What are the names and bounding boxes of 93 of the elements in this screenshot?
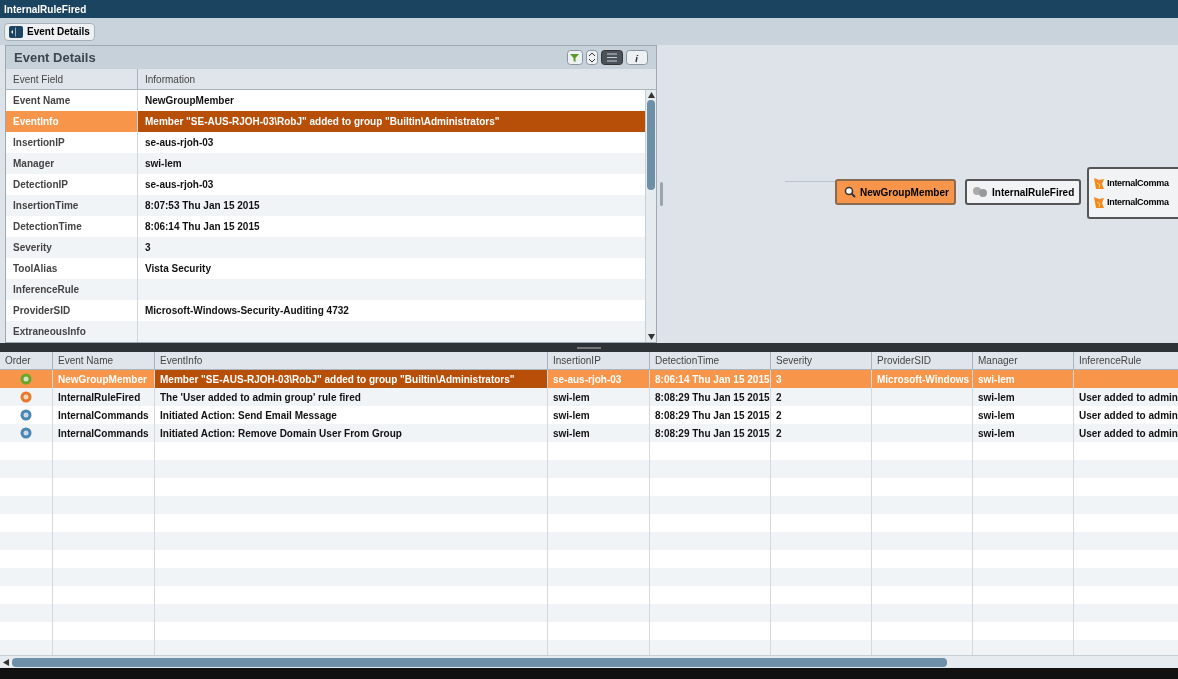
detail-row[interactable]: Manager swi-lem: [6, 153, 645, 174]
column-header[interactable]: EventInfo: [155, 352, 548, 369]
field-value: Member "SE-AUS-RJOH-03\RobJ" added to group "Builtin\Administrators": [145, 115, 500, 129]
status-dot-icon: [20, 427, 32, 439]
field-value: 8:07:53 Thu Jan 15 2015: [145, 199, 260, 213]
table-cell-text: User added to admin: [1079, 390, 1178, 405]
table-cell-text: 8:08:29 Thu Jan 15 2015: [655, 426, 770, 441]
table-cell-text: User added to admin: [1079, 426, 1178, 441]
field-value: Microsoft-Windows-Security-Auditing 4732: [145, 304, 349, 318]
table-cell-text: swi-lem: [978, 372, 1015, 387]
table-cell-text: 8:08:29 Thu Jan 15 2015: [655, 408, 770, 423]
vertical-scrollbar[interactable]: [645, 90, 656, 342]
flame-icon: [1093, 195, 1105, 209]
window-title: InternalRuleFired: [4, 2, 87, 17]
field-value: swi-lem: [145, 157, 182, 171]
table-cell-text: InternalRuleFired: [58, 390, 141, 405]
table-cell-text: swi-lem: [553, 390, 590, 405]
field-name: InferenceRule: [13, 283, 80, 297]
status-dot-icon: [20, 391, 32, 403]
event-row[interactable]: NewGroupMember Member "SE-AUS-RJOH-03\RobJ" added to group "Builtin\Administrators" se-aus-rjoh-03 8:06:14 Thu Jan 15 2015 3 Microsoft-Windows swi-lem: [0, 370, 1178, 388]
table-cell-text: 2: [776, 426, 782, 441]
event-row[interactable]: InternalRuleFired The 'User added to admin group' rule fired swi-lem 8:08:29 Thu Jan 15 2015 2 swi-lem User added to admin: [0, 388, 1178, 406]
column-header[interactable]: InferenceRule: [1074, 352, 1178, 369]
table-cell-text: InternalCommands: [58, 426, 149, 441]
detail-row[interactable]: Severity 3: [6, 237, 645, 258]
column-header[interactable]: Information: [138, 69, 656, 89]
status-dot-icon: [20, 373, 32, 385]
table-cell-text: User added to admin: [1079, 408, 1178, 423]
field-value: 8:06:14 Thu Jan 15 2015: [145, 220, 260, 234]
column-header[interactable]: Severity: [771, 352, 872, 369]
field-name: Event Name: [13, 94, 71, 108]
node-label: InternalComma: [1107, 177, 1169, 190]
field-name: ProviderSID: [13, 304, 71, 318]
detail-row[interactable]: InsertionTime 8:07:53 Thu Jan 15 2015: [6, 195, 645, 216]
column-header[interactable]: Order: [0, 352, 53, 369]
panel-icon: [9, 25, 23, 38]
table-cell-text: swi-lem: [553, 426, 590, 441]
field-value: se-aus-rjoh-03: [145, 178, 214, 192]
detail-row[interactable]: EventInfo Member "SE-AUS-RJOH-03\RobJ" added to group "Builtin\Administrators": [6, 111, 645, 132]
scroll-left-icon[interactable]: [3, 658, 9, 666]
table-cell-text: swi-lem: [978, 426, 1015, 441]
detail-row[interactable]: ExtraneousInfo: [6, 321, 645, 342]
field-name: Manager: [13, 157, 55, 171]
graph-node[interactable]: NewGroupMember: [835, 179, 956, 205]
event-details-button[interactable]: Event Details: [4, 22, 95, 41]
magnifier-icon: [842, 185, 856, 199]
field-value: se-aus-rjoh-03: [145, 136, 214, 150]
graph-group-node[interactable]: InternalComma InternalComma: [1087, 167, 1178, 219]
table-cell-text: swi-lem: [978, 408, 1015, 423]
scroll-up-icon[interactable]: [647, 92, 655, 98]
status-dot-icon: [20, 409, 32, 421]
horizontal-scrollbar[interactable]: [0, 655, 1178, 668]
field-name: EventInfo: [13, 115, 59, 129]
graph-node[interactable]: InternalRuleFired: [965, 179, 1082, 205]
table-cell-text: se-aus-rjoh-03: [553, 372, 622, 387]
detail-row[interactable]: InferenceRule: [6, 279, 645, 300]
table-cell-text: The 'User added to admin group' rule fired: [160, 390, 361, 405]
column-header[interactable]: DetectionTime: [650, 352, 771, 369]
sort-icon[interactable]: [586, 50, 598, 65]
scroll-down-icon[interactable]: [647, 334, 655, 340]
table-cell-text: Microsoft-Windows: [877, 372, 970, 387]
field-name: ToolAlias: [13, 262, 58, 276]
table-cell-text: swi-lem: [553, 408, 590, 423]
column-header[interactable]: Manager: [973, 352, 1074, 369]
table-cell-text: Member "SE-AUS-RJOH-03\RobJ" added to group "Builtin\Administrators": [160, 372, 515, 387]
column-header[interactable]: Event Field: [6, 69, 138, 89]
field-name: ExtraneousInfo: [13, 325, 86, 339]
panel-title: Event Details: [14, 48, 96, 67]
table-cell-text: 8:06:14 Thu Jan 15 2015: [655, 372, 770, 387]
event-row[interactable]: InternalCommands Initiated Action: Remove Domain User From Group swi-lem 8:08:29 Thu Jan 15 2015 2 swi-lem User added to admin: [0, 424, 1178, 442]
column-header[interactable]: ProviderSID: [872, 352, 973, 369]
field-name: Severity: [13, 241, 52, 255]
flame-icon: [1093, 177, 1105, 191]
node-label: InternalComma: [1107, 195, 1169, 209]
field-name: DetectionTime: [13, 220, 82, 234]
column-header[interactable]: Event Name: [53, 352, 155, 369]
table-cell-text: 2: [776, 390, 782, 405]
field-value: Vista Security: [145, 262, 211, 276]
field-value: 3: [145, 241, 151, 255]
table-cell-text: 3: [776, 372, 782, 387]
table-cell-text: swi-lem: [978, 390, 1015, 405]
table-cell-text: InternalCommands: [58, 408, 149, 423]
field-name: InsertionIP: [13, 136, 65, 150]
column-header[interactable]: InsertionIP: [548, 352, 650, 369]
field-name: InsertionTime: [13, 199, 79, 213]
table-cell-text: 8:08:29 Thu Jan 15 2015: [655, 390, 770, 405]
table-cell-text: NewGroupMember: [58, 372, 147, 387]
table-cell-text: Initiated Action: Send Email Message: [160, 408, 337, 423]
field-value: NewGroupMember: [145, 94, 234, 108]
field-name: DetectionIP: [13, 178, 68, 192]
table-cell-text: Initiated Action: Remove Domain User From Group: [160, 426, 402, 441]
table-cell-text: 2: [776, 408, 782, 423]
list-view-icon[interactable]: [601, 50, 623, 65]
